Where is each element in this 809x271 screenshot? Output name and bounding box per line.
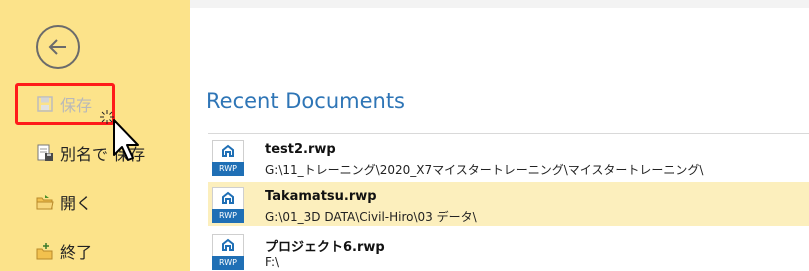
document-name: プロジェクト6.rwp [265,240,385,255]
recent-document-item[interactable]: RWP プロジェクト6.rwp F:\ [208,229,809,271]
document-name: Takamatsu.rwp [265,189,377,204]
back-button[interactable] [36,25,80,69]
rwp-file-icon: RWP [212,187,244,223]
mouse-pointer-icon [100,110,146,168]
backstage-view: 保存 別名で 保存 開く 終了 Recent Documents RWP tes… [0,0,809,271]
menu-exit-label: 終了 [60,243,93,262]
rwp-file-icon: RWP [212,234,244,270]
menu-exit[interactable]: 終了 [36,236,92,266]
recent-documents-panel: Recent Documents RWP test2.rwp G:\11_トレー… [190,0,809,271]
menu-open[interactable]: 開く [36,187,92,217]
menu-open-label: 開く [60,194,93,213]
title-strip [190,0,809,8]
recent-documents-list: RWP test2.rwp G:\11_トレーニング\2020_X7マイスタート… [208,133,809,271]
exit-icon [36,242,54,260]
open-folder-icon [36,193,54,211]
rwp-file-icon: RWP [212,140,244,176]
recent-documents-heading: Recent Documents [206,89,405,113]
document-path: G:\11_トレーニング\2020_X7マイスタートレーニング\マイスタートレー… [265,163,704,177]
save-as-icon [36,144,54,162]
document-path: G:\01_3D DATA\Civil-Hiro\03 データ\ [265,210,477,224]
recent-document-item[interactable]: RWP test2.rwp G:\11_トレーニング\2020_X7マイスタート… [208,135,809,179]
backstage-sidebar: 保存 別名で 保存 開く 終了 [0,0,190,271]
recent-document-item[interactable]: RWP Takamatsu.rwp G:\01_3D DATA\Civil-Hi… [208,182,809,226]
document-path: F:\ [265,255,280,269]
arrow-left-icon [48,39,66,55]
document-name: test2.rwp [265,142,336,157]
